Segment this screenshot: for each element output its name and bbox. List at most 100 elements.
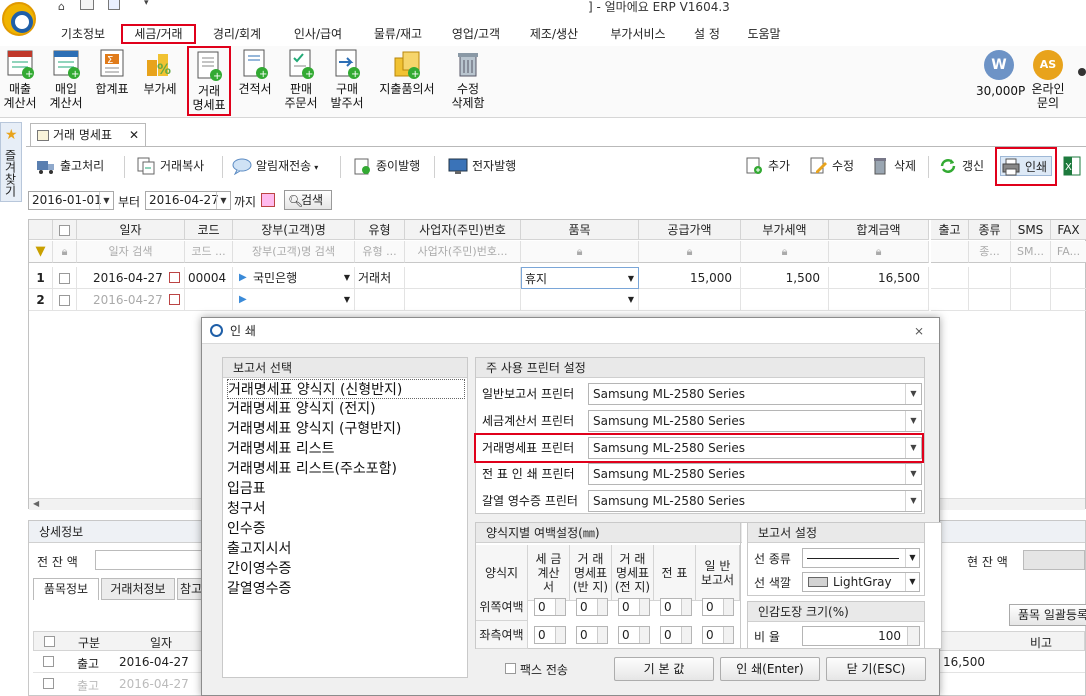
row-item[interactable]: 휴지 ▼ (521, 267, 639, 289)
report-item[interactable]: 갈열영수증 (227, 579, 291, 599)
row-type[interactable]: 거래처 (355, 267, 405, 289)
col-type[interactable]: 유형 (355, 220, 405, 240)
tax-invoice-printer-select[interactable]: Samsung ML-2580 Series ▼ (588, 410, 922, 432)
margin-left-tax-stepper[interactable]: 0 (534, 626, 566, 644)
col-date[interactable]: 일자 (77, 220, 185, 240)
menu-addon-services[interactable]: 부가서비스 (598, 24, 678, 44)
date-filter-input[interactable]: 일자 검색 (77, 241, 185, 263)
kind-filter-input[interactable]: 종... (969, 241, 1011, 263)
margin-left-voucher-stepper[interactable]: 0 (660, 626, 692, 644)
chevron-down-icon[interactable]: ▼ (99, 192, 113, 209)
col-item[interactable]: 품목 (521, 220, 639, 240)
prev-balance-field[interactable] (95, 550, 205, 570)
fax-filter-input[interactable]: FA... (1051, 241, 1086, 263)
col-shipment[interactable]: 출고 (931, 220, 969, 240)
chevron-down-icon[interactable]: ▼ (905, 384, 921, 404)
col-fax[interactable]: FAX (1051, 220, 1086, 240)
report-item[interactable]: 간이영수증 (227, 559, 291, 579)
refresh-button[interactable]: 갱신 (938, 156, 984, 176)
margin-top-general-stepper[interactable]: 0 (702, 598, 734, 616)
general-printer-select[interactable]: Samsung ML-2580 Series ▼ (588, 383, 922, 405)
total-filter-lock-icon[interactable]: 🔒︎ (829, 241, 929, 263)
shipment-filter-input[interactable] (931, 241, 969, 263)
chevron-down-icon[interactable]: ▼ (905, 549, 919, 567)
calendar-icon[interactable] (169, 294, 180, 305)
fax-send-checkbox[interactable] (505, 663, 516, 674)
report-item[interactable]: 거래명세표 리스트 (227, 439, 335, 459)
search-button[interactable]: 🔍︎ 검색 (284, 190, 332, 210)
sms-filter-input[interactable]: SM... (1011, 241, 1051, 263)
margin-top-trade-full-stepper[interactable]: 0 (618, 598, 650, 616)
chevron-down-icon[interactable]: ▼ (905, 573, 919, 591)
trade-copy-button[interactable]: 거래복사 (136, 156, 204, 176)
bizno-filter-input[interactable]: 사업자(주민)번호... (405, 241, 521, 263)
row-supply-amount[interactable]: 15,000 (639, 267, 741, 289)
play-icon[interactable]: ▶ (239, 289, 247, 310)
menu-logistics[interactable]: 물류/재고 (362, 24, 434, 44)
code-filter-input[interactable]: 코드 ... (185, 241, 233, 263)
estimate-button[interactable]: + 견적서 (236, 48, 274, 96)
col-sms[interactable]: SMS (1011, 220, 1051, 240)
chevron-down-icon[interactable]: ▼ (344, 267, 350, 288)
menu-accounting[interactable]: 경리/회계 (201, 24, 273, 44)
trash-button[interactable]: 수정 삭제함 (444, 48, 492, 110)
margin-top-voucher-stepper[interactable]: 0 (660, 598, 692, 616)
row-checkbox[interactable] (59, 273, 70, 284)
scroll-left-icon[interactable]: ◀ (33, 499, 39, 508)
row-total-amount[interactable]: 16,500 (829, 267, 929, 289)
report-item[interactable]: 거래명세표 양식지 (구형반지) (227, 419, 401, 439)
col-code[interactable]: 코드 (185, 220, 233, 240)
report-item[interactable]: 인수증 (227, 519, 266, 539)
menu-manufacturing[interactable]: 제조/생산 (518, 24, 590, 44)
bulk-register-button[interactable]: 품목 일괄등록 (1009, 604, 1086, 626)
sales-order-button[interactable]: + 판매 주문서 (280, 48, 322, 110)
trade-statement-button[interactable]: + 거래 명세표 (187, 46, 231, 116)
favorites-sidebar[interactable]: ★ 즐겨찾기 (0, 122, 22, 202)
chevron-down-icon[interactable]: ▼ (905, 438, 921, 458)
stepper-arrows[interactable] (907, 627, 919, 645)
chevron-down-icon[interactable]: ▼ (628, 289, 634, 310)
chevron-down-icon[interactable]: ▼ (628, 268, 634, 288)
col-total-amount[interactable]: 합계금액 (829, 220, 929, 240)
row-date[interactable]: 2016-04-27 (77, 289, 185, 311)
chevron-down-icon[interactable]: ▼ (905, 464, 921, 484)
select-all-checkbox[interactable] (59, 225, 70, 236)
margin-top-trade-half-stepper[interactable]: 0 (576, 598, 608, 616)
row-business-number[interactable] (405, 267, 521, 289)
close-icon[interactable]: ⨯ (914, 318, 924, 344)
expense-approval-button[interactable]: + 지출품의서 (374, 48, 440, 96)
menu-help[interactable]: 도움말 (738, 24, 790, 44)
report-item[interactable]: 출고지시서 (227, 539, 291, 559)
filter-icon[interactable]: ▼ (29, 241, 53, 263)
voucher-printer-select[interactable]: Samsung ML-2580 Series ▼ (588, 463, 922, 485)
chevron-down-icon[interactable]: ▼ (905, 411, 921, 431)
points-button[interactable]: W 30,000P (976, 50, 1025, 98)
edit-button[interactable]: 수정 (808, 156, 854, 176)
col-business-number[interactable]: 사업자(주민)번호 (405, 220, 521, 240)
resend-notification-button[interactable]: 알림재전송 ▾ (232, 156, 318, 176)
sales-invoice-button[interactable]: + 매출 계산서 (0, 48, 40, 110)
row-checkbox[interactable] (43, 678, 54, 689)
menu-tax-trade[interactable]: 세금/거래 (121, 24, 196, 44)
report-item[interactable]: 거래명세표 양식지 (전지) (227, 399, 376, 419)
margin-top-tax-stepper[interactable]: 0 (534, 598, 566, 616)
col-customer-name[interactable]: 장부(고객)명 (233, 220, 355, 240)
stamp-ratio-stepper[interactable]: 100 (802, 626, 920, 646)
margin-left-general-stepper[interactable]: 0 (702, 626, 734, 644)
tab-trade-statement[interactable]: 거래 명세표 ✕ (30, 123, 146, 147)
home-icon[interactable]: ⌂ (58, 0, 65, 13)
print-button[interactable]: 인쇄 (1000, 156, 1053, 176)
select-all-header[interactable] (53, 220, 77, 240)
row-customer-name[interactable]: ▶ 국민은행 ▼ (233, 267, 355, 289)
settings-icon[interactable] (80, 0, 94, 10)
default-button[interactable]: 기 본 값 (614, 657, 714, 681)
row-checkbox[interactable] (43, 656, 54, 667)
print-confirm-button[interactable]: 인 쇄(Enter) (720, 657, 820, 681)
col-vat-amount[interactable]: 부가세액 (741, 220, 829, 240)
purchase-invoice-button[interactable]: + 매입 계산서 (46, 48, 86, 110)
menu-settings[interactable]: 설 정 (682, 24, 732, 44)
thermal-receipt-printer-select[interactable]: Samsung ML-2580 Series ▼ (588, 490, 922, 512)
vat-filter-lock-icon[interactable]: 🔒︎ (741, 241, 829, 263)
line-type-select[interactable]: ▼ (802, 548, 920, 568)
calendar-icon[interactable] (261, 193, 275, 207)
